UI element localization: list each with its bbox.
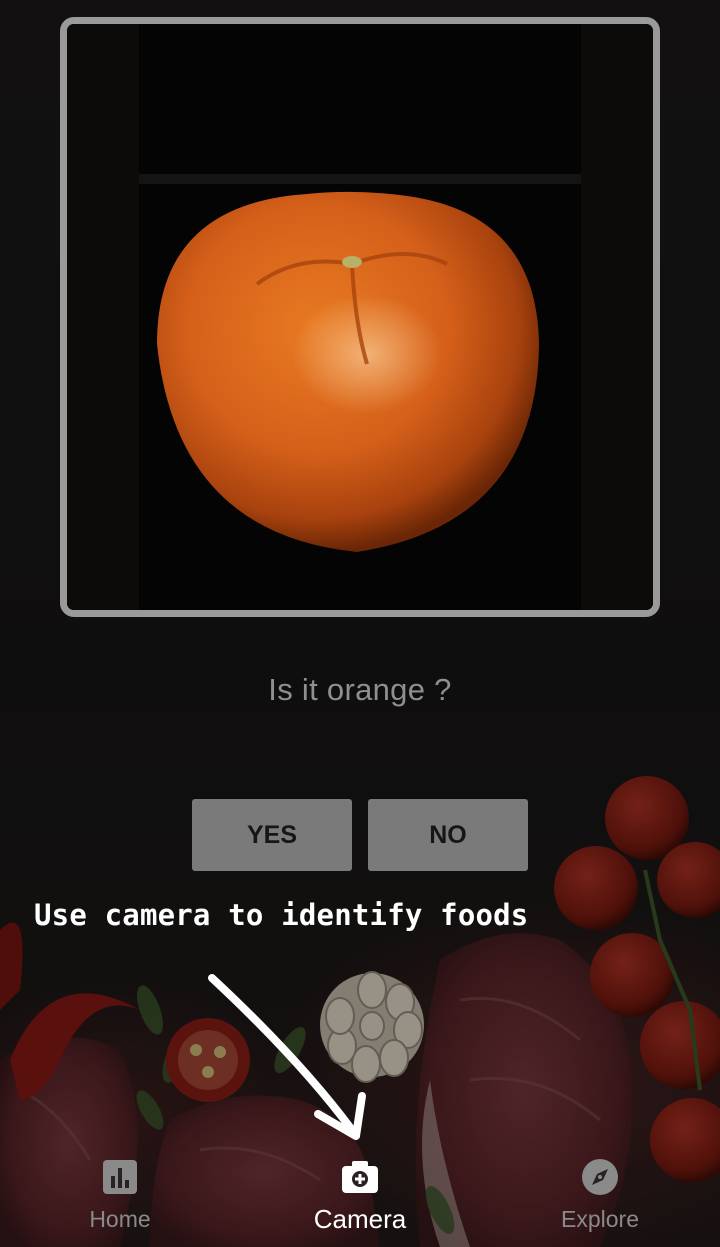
camera-icon bbox=[342, 1161, 378, 1193]
orange-fruit-photo bbox=[67, 24, 653, 610]
question-text: Is it orange ? bbox=[268, 672, 452, 707]
bar-chart-icon bbox=[103, 1160, 137, 1194]
nav-item-home[interactable]: Home bbox=[40, 1147, 200, 1247]
nav-label-explore: Explore bbox=[561, 1206, 639, 1232]
nav-item-explore[interactable]: Explore bbox=[520, 1147, 680, 1247]
bottom-navigation: Home Camera Explore bbox=[0, 1147, 720, 1247]
compass-icon bbox=[582, 1159, 618, 1195]
hint-text: Use camera to identify foods bbox=[34, 898, 529, 932]
no-button[interactable]: NO bbox=[368, 799, 528, 871]
yes-button[interactable]: YES bbox=[192, 799, 352, 871]
nav-item-camera[interactable]: Camera bbox=[280, 1147, 440, 1247]
nav-label-home: Home bbox=[89, 1206, 151, 1232]
nav-label-camera: Camera bbox=[313, 1204, 407, 1234]
camera-preview-frame bbox=[60, 17, 660, 617]
